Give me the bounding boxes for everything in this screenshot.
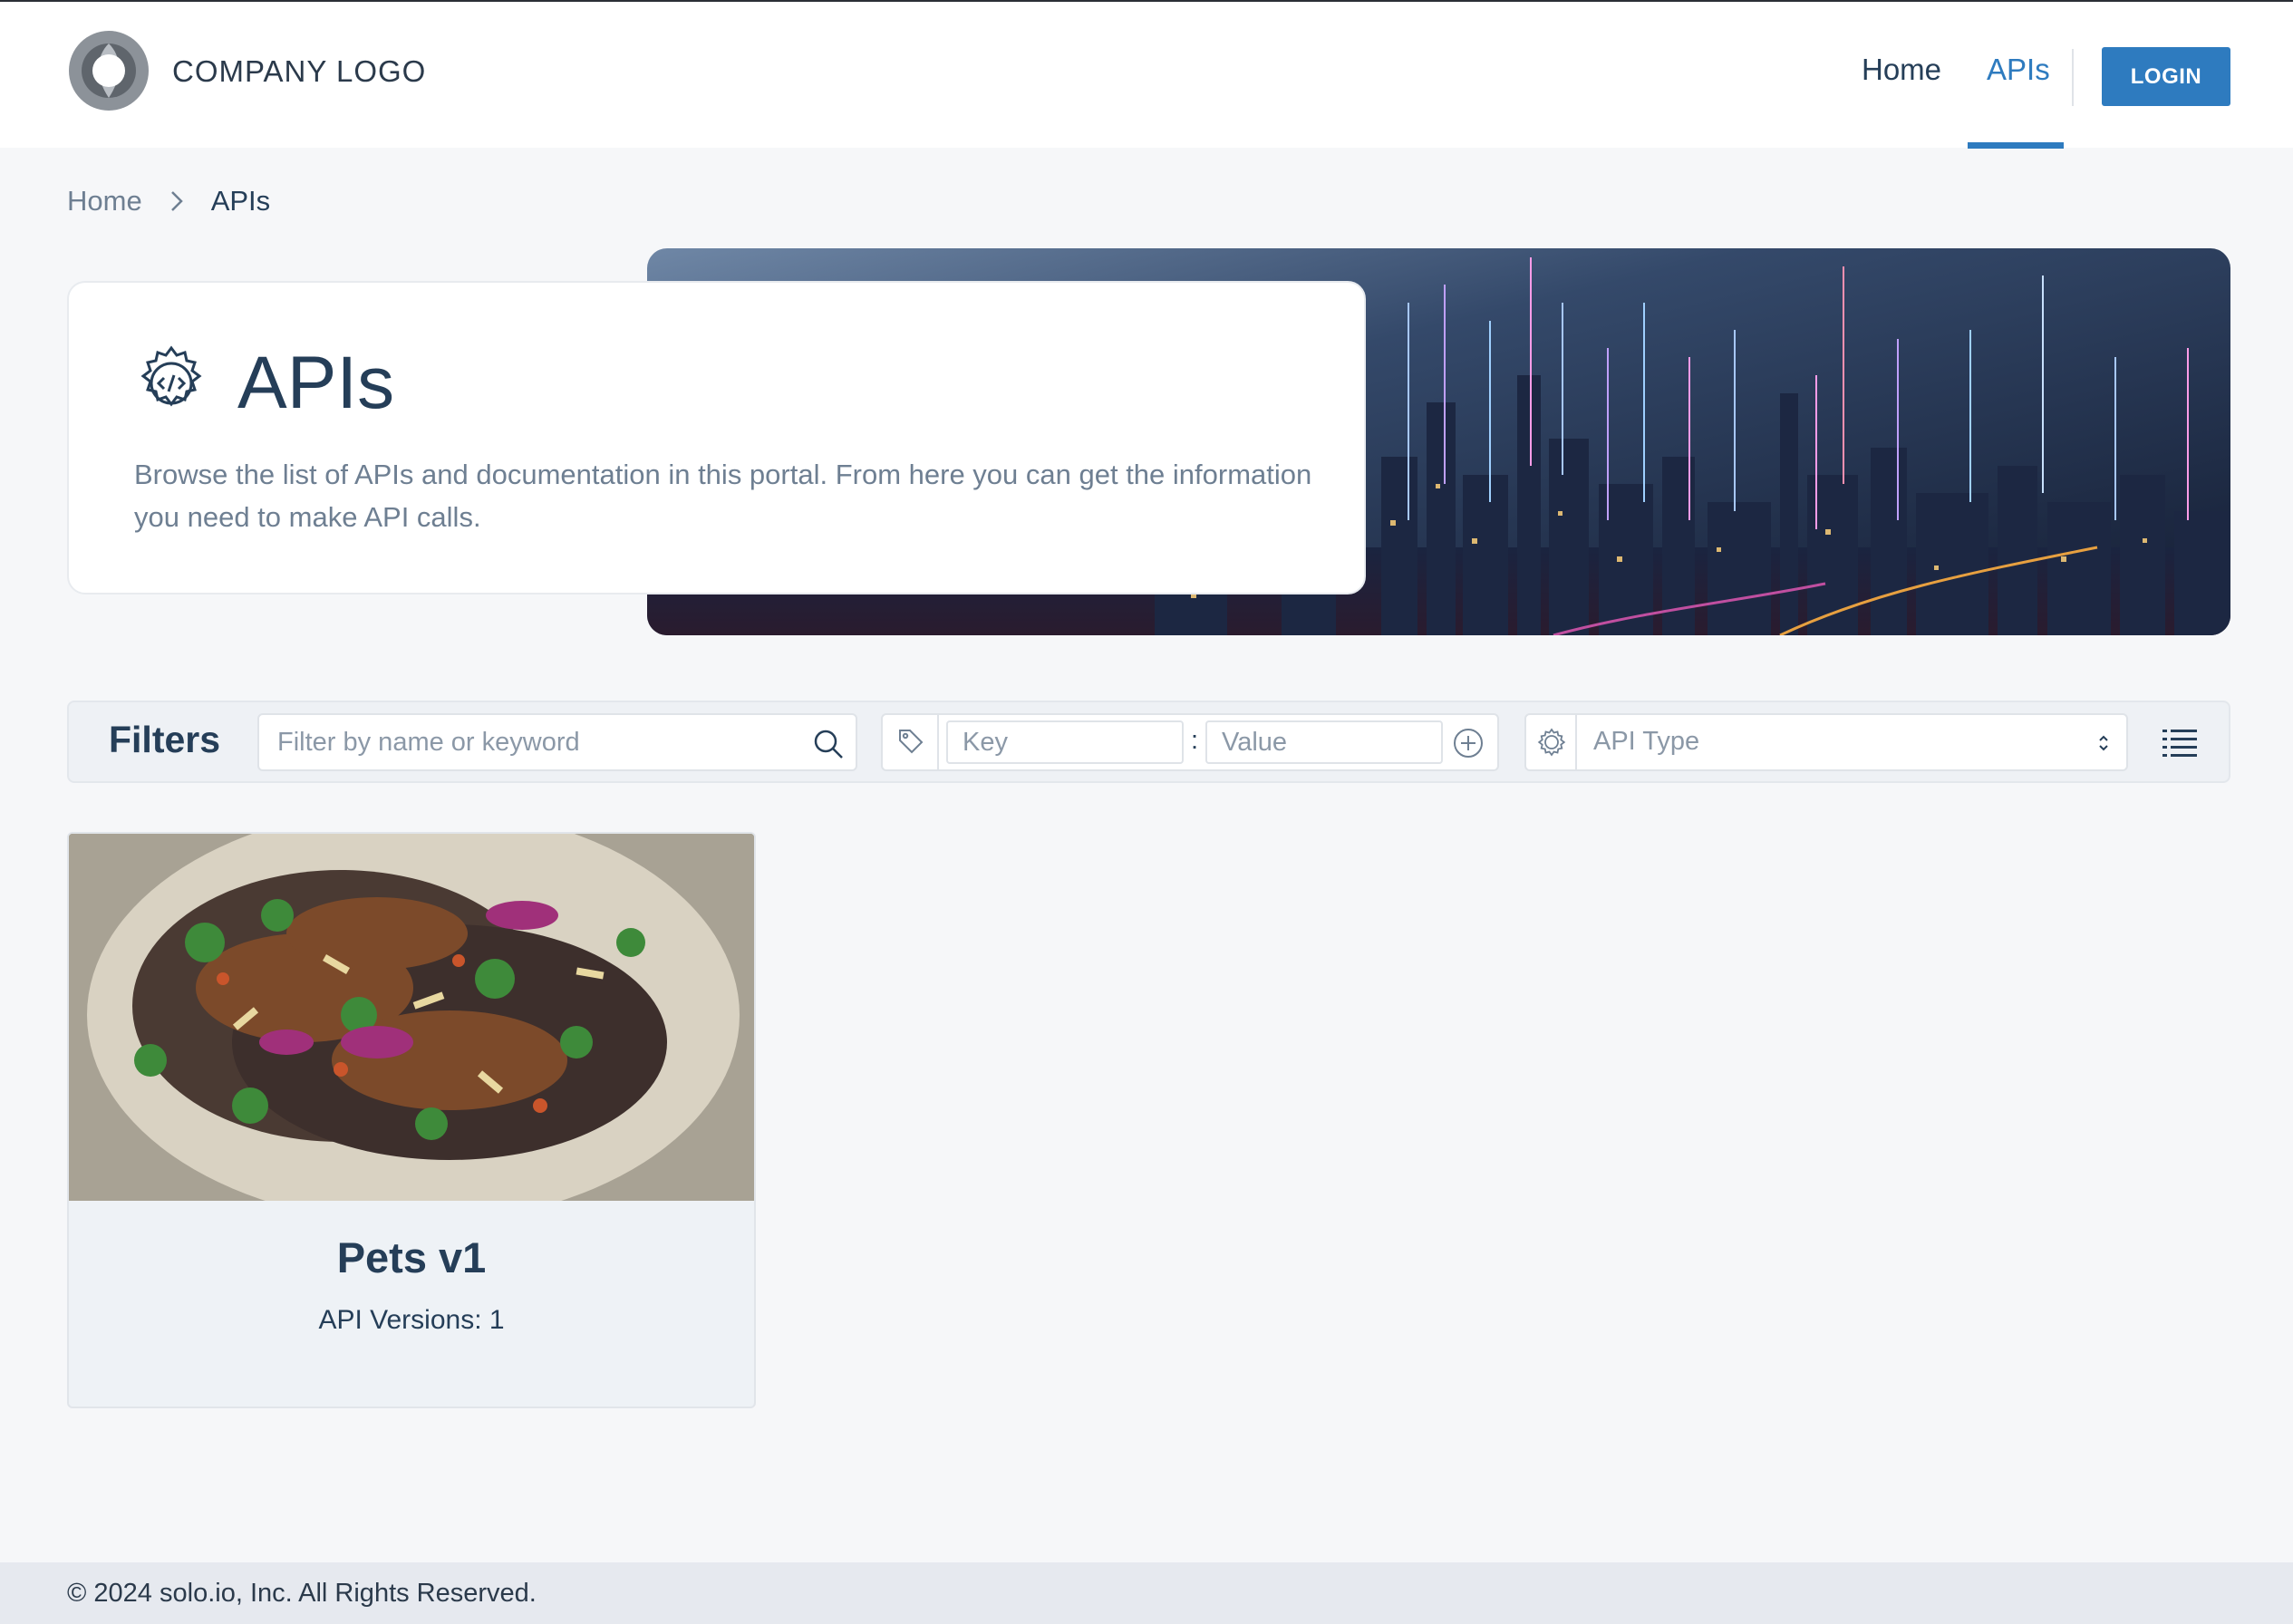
active-nav-indicator [1968,142,2064,149]
tag-icon [899,730,924,754]
nav-home-link[interactable]: Home [1862,53,1941,87]
api-card-image [69,834,754,1201]
footer: © 2024 solo.io, Inc. All Rights Reserved… [0,1562,2293,1624]
api-type-select[interactable]: API Type [1524,713,2128,771]
key-value-filter: : [881,713,1499,771]
add-circle-icon[interactable] [1452,727,1485,759]
top-navbar: COMPANY LOGO Home APIs LOGIN [0,2,2293,149]
select-caret-icon [2099,735,2108,751]
page-title: APIs [237,342,395,424]
gear-icon [1537,728,1566,757]
hero-card: APIs Browse the list of APIs and documen… [67,281,1366,594]
api-card-pets-v1[interactable]: Pets v1 API Versions: 1 [67,832,756,1408]
nav-divider [2072,49,2074,106]
api-card-title: Pets v1 [336,1233,487,1281]
api-type-icon-cell [1526,715,1577,769]
api-card-versions: API Versions: 1 [318,1305,505,1335]
list-view-icon[interactable] [2162,728,2197,759]
search-input[interactable] [277,715,794,769]
gear-code-icon [140,345,202,407]
login-button[interactable]: LOGIN [2102,47,2230,106]
filters-bar: Filters : [67,701,2230,783]
breadcrumb-current: APIs [210,185,271,217]
footer-copyright: © 2024 solo.io, Inc. All Rights Reserved… [67,1579,537,1608]
tag-cell [883,715,939,769]
breadcrumb-home-link[interactable]: Home [67,185,142,218]
chevron-right-icon [169,189,184,213]
search-icon[interactable] [812,728,845,760]
value-input[interactable] [1205,720,1443,764]
filters-title: Filters [109,719,221,760]
api-type-label: API Type [1593,727,1700,756]
breadcrumb: Home APIs [67,185,270,218]
key-input[interactable] [946,720,1184,764]
page-description: Browse the list of APIs and documentatio… [134,459,1312,533]
nav-apis-link[interactable]: APIs [1987,53,2050,87]
key-value-separator: : [1191,726,1199,755]
company-logo-icon[interactable] [67,29,150,112]
company-logo-text[interactable]: COMPANY LOGO [172,54,426,89]
search-field [257,713,857,771]
